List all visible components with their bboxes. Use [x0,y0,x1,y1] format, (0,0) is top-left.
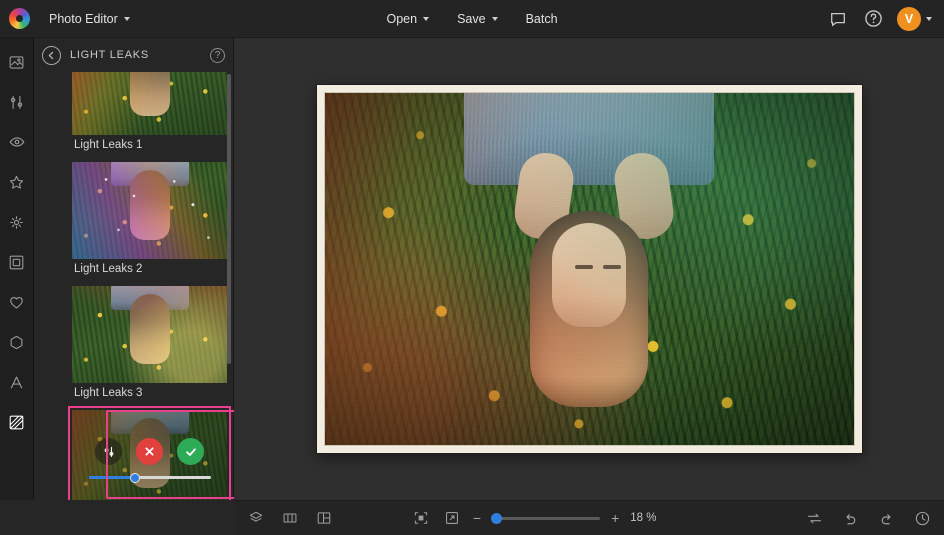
thumbnail-art [72,162,227,259]
list-item[interactable]: Light Leaks 2 [72,162,227,280]
reset-icon[interactable] [804,508,824,528]
batch-button[interactable]: Batch [514,6,570,32]
bottom-left-strip [0,500,234,535]
actual-size-icon[interactable] [442,508,462,528]
sidebar-item-text[interactable] [0,366,34,398]
thumbnail-art [72,286,227,383]
panel-scrollbar[interactable] [227,74,231,364]
sidebar-item-frames[interactable] [0,246,34,278]
sidebar-item-retouch[interactable] [0,126,34,158]
sidebar-item-tune[interactable] [0,86,34,118]
help-icon[interactable] [862,8,884,30]
page-title: LIGHT LEAKS [70,49,149,61]
bottom-bar: − + 18 % [234,500,944,535]
zoom-controls: − + 18 % [411,508,664,528]
zoom-in-button[interactable]: + [611,511,619,525]
app-window: Photo Editor Open Save Batch [0,0,944,535]
save-button-label: Save [457,12,486,26]
fit-to-screen-icon[interactable] [411,508,431,528]
sidebar-item-adjust-image[interactable] [0,46,34,78]
canvas-area[interactable] [234,38,944,500]
back-arrow-icon[interactable] [42,46,61,65]
redo-icon[interactable] [876,508,896,528]
effect-thumbnail[interactable] [72,72,227,135]
chevron-down-icon [124,17,130,21]
selection-outline [106,410,234,499]
effects-panel: LIGHT LEAKS ? Light Leaks 1 [34,38,234,535]
photo-frame [317,85,862,453]
layers-icon[interactable] [246,508,266,528]
app-menu-photo-editor[interactable]: Photo Editor [40,6,139,32]
list-item-label: Light Leaks 3 [72,383,227,404]
top-bar: Photo Editor Open Save Batch [0,0,944,38]
sidebar-item-overlays[interactable] [0,206,34,238]
list-item-label: Light Leaks 2 [72,259,227,280]
sidebar-item-effects[interactable] [0,166,34,198]
zoom-slider-knob[interactable] [491,513,502,524]
history-icon[interactable] [912,508,932,528]
panel-header: LIGHT LEAKS ? [34,38,233,72]
effect-thumbnail[interactable] [72,162,227,259]
batch-button-label: Batch [526,12,558,26]
edited-photo[interactable] [324,92,855,446]
zoom-slider[interactable] [492,517,600,520]
app-logo[interactable] [0,0,38,38]
thumbnail-art [72,72,227,135]
photo-grain [325,93,854,445]
history-controls [804,508,932,528]
effect-thumbnail[interactable] [72,286,227,383]
avatar: V [897,7,921,31]
feedback-icon[interactable] [827,8,849,30]
top-right-cluster: V [827,7,944,31]
list-item-selected[interactable] [72,410,227,507]
user-account-menu[interactable]: V [897,7,932,31]
app-menu-label: Photo Editor [49,12,118,26]
panel-help-icon[interactable]: ? [210,48,225,63]
compare-icon[interactable] [280,508,300,528]
chevron-down-icon [492,17,498,21]
grid-view-icon[interactable] [314,508,334,528]
open-button-label: Open [386,12,417,26]
save-button[interactable]: Save [445,6,510,32]
sidebar-item-stickers[interactable] [0,286,34,318]
chevron-down-icon [423,17,429,21]
top-center-buttons: Open Save Batch [0,0,944,38]
list-item[interactable]: Light Leaks 1 [72,72,227,156]
list-item[interactable]: Light Leaks 3 [72,286,227,404]
list-item-label: Light Leaks 1 [72,135,227,156]
zoom-level-label: 18 % [630,512,664,524]
color-wheel-logo-icon [9,8,30,29]
undo-icon[interactable] [840,508,860,528]
effects-list[interactable]: Light Leaks 1 Light Leaks 2 [34,72,234,535]
chevron-down-icon [926,17,932,21]
sidebar-item-textures[interactable] [0,406,34,438]
open-button[interactable]: Open [374,6,441,32]
sidebar-item-shapes[interactable] [0,326,34,358]
zoom-out-button[interactable]: − [473,511,481,525]
tool-rail [0,38,34,535]
